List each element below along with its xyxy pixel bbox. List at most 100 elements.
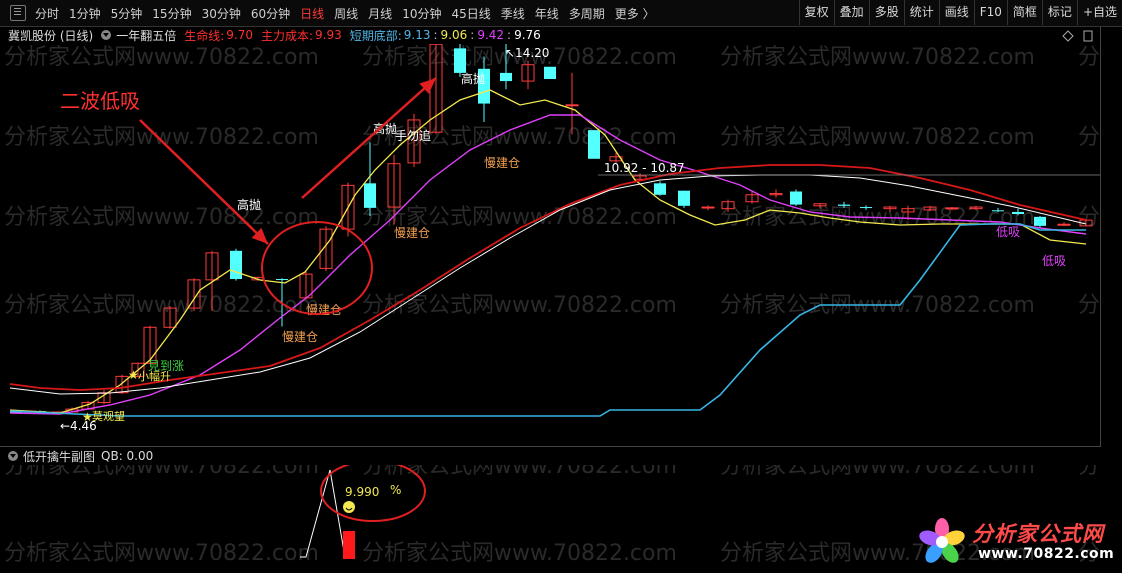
- period-tab[interactable]: 5分钟: [106, 5, 148, 22]
- period-tab[interactable]: 月线: [363, 5, 397, 22]
- candle-body-down: [454, 48, 466, 73]
- watermark-text: 分析家公式网www.70822.com: [720, 465, 1035, 479]
- watermark-text: 分析家公式网www.70822.com: [4, 205, 319, 230]
- period-tabs: 分时 1分钟 5分钟 15分钟 30分钟 60分钟 日线 周线 月线 10分钟 45日线 季线 年线 多周…: [0, 0, 660, 26]
- candle-body-up: [565, 104, 579, 107]
- price-scale: [1100, 27, 1122, 447]
- menu-icon[interactable]: [10, 5, 26, 21]
- slow-build-signal: 慢建仓: [484, 156, 520, 170]
- low-absorb-signal: 低吸: [996, 225, 1020, 239]
- toolbar-button[interactable]: 画线: [938, 0, 974, 25]
- toolbar-button[interactable]: 标记: [1041, 0, 1077, 25]
- window-icon[interactable]: [1083, 30, 1093, 42]
- toolbar-button[interactable]: F10: [973, 0, 1007, 25]
- candle-body-down: [230, 250, 242, 280]
- site-logo: 分析家公式网 www.70822.com: [912, 512, 1122, 572]
- white-line-value: 9.76: [514, 28, 541, 42]
- candle-body-down: [588, 130, 600, 159]
- watermark-text: 分析家公式网www.70822.com: [720, 125, 1035, 150]
- toolbar-button[interactable]: +自选: [1076, 0, 1122, 25]
- diamond-icon[interactable]: [1062, 30, 1074, 42]
- toolbar-button[interactable]: 叠加: [833, 0, 869, 25]
- sub-indicator-title[interactable]: 低开擒牛副图: [23, 448, 95, 465]
- main-cost-label: 主力成本:: [260, 28, 314, 43]
- period-tab[interactable]: 1分钟: [64, 5, 106, 22]
- period-tab[interactable]: 更多 〉: [610, 5, 660, 22]
- period-tab[interactable]: 60分钟: [246, 5, 295, 22]
- panel-icons: [1062, 30, 1093, 42]
- watermark-text: 分析家公式网www.70822.com: [4, 541, 319, 566]
- sub-qb-value: QB: 0.00: [101, 449, 154, 463]
- period-tab[interactable]: 日线: [295, 5, 329, 22]
- life-line-value: 9.70: [226, 28, 253, 42]
- life-line-label: 生命线:: [184, 28, 225, 43]
- watermark-text: 分析家公式网www.70822.com: [4, 293, 319, 318]
- flower-logo-icon: [919, 518, 965, 563]
- period-tab[interactable]: 10分钟: [397, 5, 446, 22]
- candle-body-down: [678, 190, 690, 206]
- low-buy-signal: 低吸: [1042, 254, 1066, 268]
- sub-value-label: 9.990: [345, 485, 379, 499]
- watermark-text: 分析家公式网www.70822.com: [4, 45, 319, 70]
- watermark-text: 分析家公式网www.70822.com: [1078, 293, 1100, 318]
- period-tab[interactable]: 季线: [496, 5, 530, 22]
- candle-body-down: [544, 66, 556, 80]
- logo-title: 分析家公式网: [972, 522, 1104, 546]
- sub-indicator-bar: 低开擒牛副图 QB: 0.00: [0, 448, 153, 464]
- candle-body-down: [790, 191, 802, 205]
- watermark-text: 分析家公式网www.70822.com: [4, 465, 319, 479]
- toolbar-button[interactable]: 复权: [798, 0, 834, 25]
- panel-divider: [0, 446, 1100, 447]
- watermark-text: 分析家公式网www.70822.com: [362, 541, 677, 566]
- short-bottom-label: 短期底部:: [349, 28, 402, 43]
- low-price-label: ←4.46: [60, 419, 97, 433]
- toolbar-buttons: 复权 叠加 多股 统计 画线 F10 简框 标记 +自选: [798, 0, 1122, 26]
- watermark-text: 分析家公式网www.70822.com: [1078, 45, 1100, 70]
- red-line: [9, 164, 1087, 391]
- candle-body-up: [945, 207, 959, 210]
- candle-body-down: [1034, 216, 1046, 226]
- period-toolbar: 分时 1分钟 5分钟 15分钟 30分钟 60分钟 日线 周线 月线 10分钟 45日线 季线 年线 多周…: [0, 0, 1122, 27]
- watermark-text: 分析家公式网www.70822.com: [362, 465, 677, 479]
- no-chase-signal: 手勿追: [395, 128, 431, 143]
- high-sell-signal: 高抛: [237, 197, 261, 212]
- candle-body-up: [1057, 223, 1071, 226]
- candle-body-down: [654, 183, 666, 195]
- kline-chart[interactable]: 分析家公式网www.70822.com 分析家公式网www.70822.com 分析…: [0, 44, 1100, 446]
- blue-line: [9, 223, 1086, 417]
- qb-bar: [343, 531, 355, 559]
- smiley-icon: [343, 501, 355, 513]
- stock-title: 冀凯股份 (日线): [8, 28, 94, 43]
- short-bottom-value: 9.13: [403, 28, 431, 42]
- sub-unit-label: %: [390, 483, 401, 497]
- candle-body-down: [838, 204, 850, 206]
- slow-build-signal: 慢建仓: [306, 303, 342, 317]
- period-tab[interactable]: 多周期: [564, 5, 610, 22]
- period-tab[interactable]: 45日线: [446, 5, 495, 22]
- toolbar-button[interactable]: 简框: [1006, 0, 1042, 25]
- toolbar-button[interactable]: 多股: [868, 0, 904, 25]
- candle-body-down: [860, 207, 872, 209]
- logo-url: www.70822.com: [978, 546, 1115, 562]
- main-cost-value: 9.93: [315, 28, 342, 42]
- watermark-text: 分析家公式网www.70822.com: [1078, 465, 1100, 479]
- high-price-label: ↖14.20: [505, 46, 549, 60]
- toolbar-button[interactable]: 统计: [903, 0, 939, 25]
- period-tab[interactable]: 15分钟: [147, 5, 196, 22]
- candle-body-down: [364, 183, 376, 208]
- watermark-text: 分析家公式网www.70822.com: [4, 125, 319, 150]
- candle-body-down: [500, 72, 512, 82]
- sub-dropdown-icon[interactable]: [8, 451, 18, 461]
- period-tab[interactable]: 年线: [530, 5, 564, 22]
- dropdown-circle-icon[interactable]: [101, 30, 112, 40]
- wave-annotation: 二波低吸: [60, 89, 140, 113]
- watermark-text: 分析家公式网www.70822.com: [720, 45, 1035, 70]
- candle-body-down: [276, 279, 288, 281]
- small-rise-signal: 小幅升: [138, 370, 171, 383]
- period-tab[interactable]: 周线: [329, 5, 363, 22]
- period-tab[interactable]: 30分钟: [197, 5, 246, 22]
- candle-body-down: [992, 210, 1004, 212]
- period-tab[interactable]: 分时: [30, 5, 64, 22]
- indicator-name[interactable]: 一年翻五倍: [116, 27, 176, 44]
- wait-watch-signal: 莫观望: [92, 410, 125, 423]
